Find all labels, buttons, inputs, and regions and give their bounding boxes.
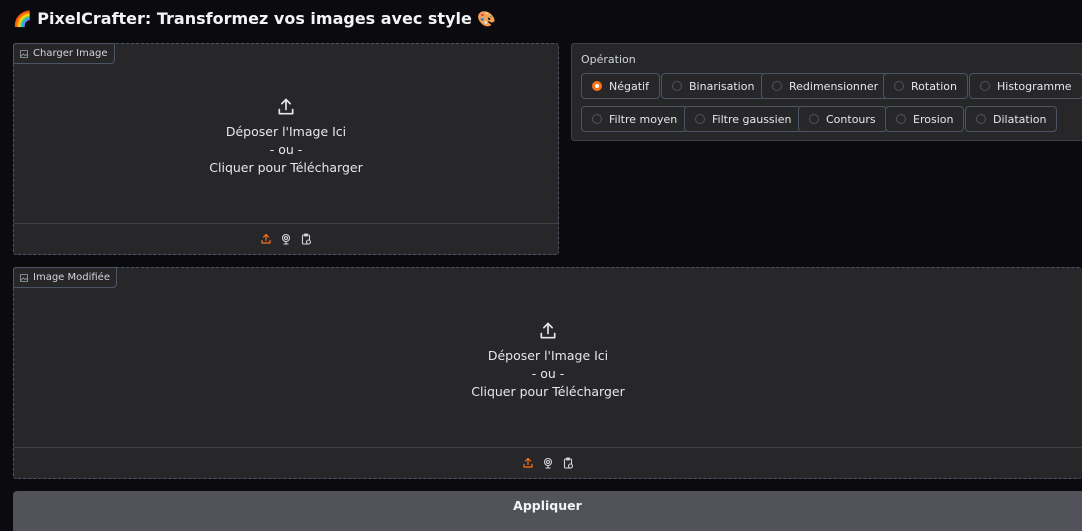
drop-text: Déposer l'Image Ici [487,347,609,363]
clipboard-icon [563,457,574,469]
radio-filtre-gaussien[interactable]: Filtre gaussien [684,106,803,132]
radio-dot[interactable] [672,81,682,91]
clipboard-icon [301,233,312,245]
apply-button[interactable]: Appliquer [13,491,1082,531]
upload-icon [261,233,271,244]
palette-icon: 🎨 [477,10,497,28]
webcam-source-button[interactable] [542,457,554,469]
radio-dot[interactable] [592,114,602,124]
upload-icon [278,98,294,114]
modified-source-toolbar [14,447,1082,478]
radio-redimensionner[interactable]: Redimensionner [761,73,890,99]
operation-panel: Opération Négatif Binarisation Redimensi… [571,43,1082,141]
radio-dot[interactable] [809,114,819,124]
click-to-upload-text: Cliquer pour Télécharger [209,159,363,175]
radio-dilatation[interactable]: Dilatation [965,106,1058,132]
upload-icon [523,457,533,468]
upload-source-button[interactable] [260,233,272,245]
radio-negatif[interactable]: Négatif [581,73,660,99]
drop-text: Déposer l'Image Ici [225,123,347,139]
upload-drop-area[interactable]: Déposer l'Image Ici - ou - Cliquer pour … [14,44,558,223]
radio-filtre-moyen[interactable]: Filtre moyen [581,106,689,132]
click-to-upload-text: Cliquer pour Télécharger [471,383,625,399]
operation-label: Opération [581,53,636,66]
page-title: 🌈 PixelCrafter: Transformez vos images a… [13,9,496,28]
radio-dot[interactable] [896,114,906,124]
radio-rotation[interactable]: Rotation [883,73,969,99]
radio-contours[interactable]: Contours [798,106,887,132]
webcam-source-button[interactable] [280,233,292,245]
radio-dot[interactable] [772,81,782,91]
radio-histogramme[interactable]: Histogramme [969,73,1082,99]
clipboard-source-button[interactable] [300,233,312,245]
radio-dot[interactable] [695,114,705,124]
or-text: - ou - [269,141,303,157]
modified-drop-area[interactable]: Déposer l'Image Ici - ou - Cliquer pour … [14,268,1082,447]
upload-source-button[interactable] [522,457,534,469]
radio-dot-checked[interactable] [592,81,602,91]
radio-dot[interactable] [980,81,990,91]
radio-erosion[interactable]: Erosion [885,106,965,132]
rainbow-icon: 🌈 [13,10,32,28]
radio-dot[interactable] [894,81,904,91]
page-title-text: PixelCrafter: Transformez vos images ave… [37,9,472,28]
radio-binarisation[interactable]: Binarisation [661,73,766,99]
or-text: - ou - [531,365,565,381]
upload-source-toolbar [14,223,558,254]
clipboard-source-button[interactable] [562,457,574,469]
radio-dot[interactable] [976,114,986,124]
webcam-icon [543,457,553,469]
webcam-icon [281,233,291,245]
upload-image-dropzone[interactable]: Charger Image Déposer l'Image Ici - ou -… [13,43,559,255]
upload-icon [540,322,556,338]
modified-image-dropzone[interactable]: Image Modifiée Déposer l'Image Ici - ou … [13,267,1082,479]
